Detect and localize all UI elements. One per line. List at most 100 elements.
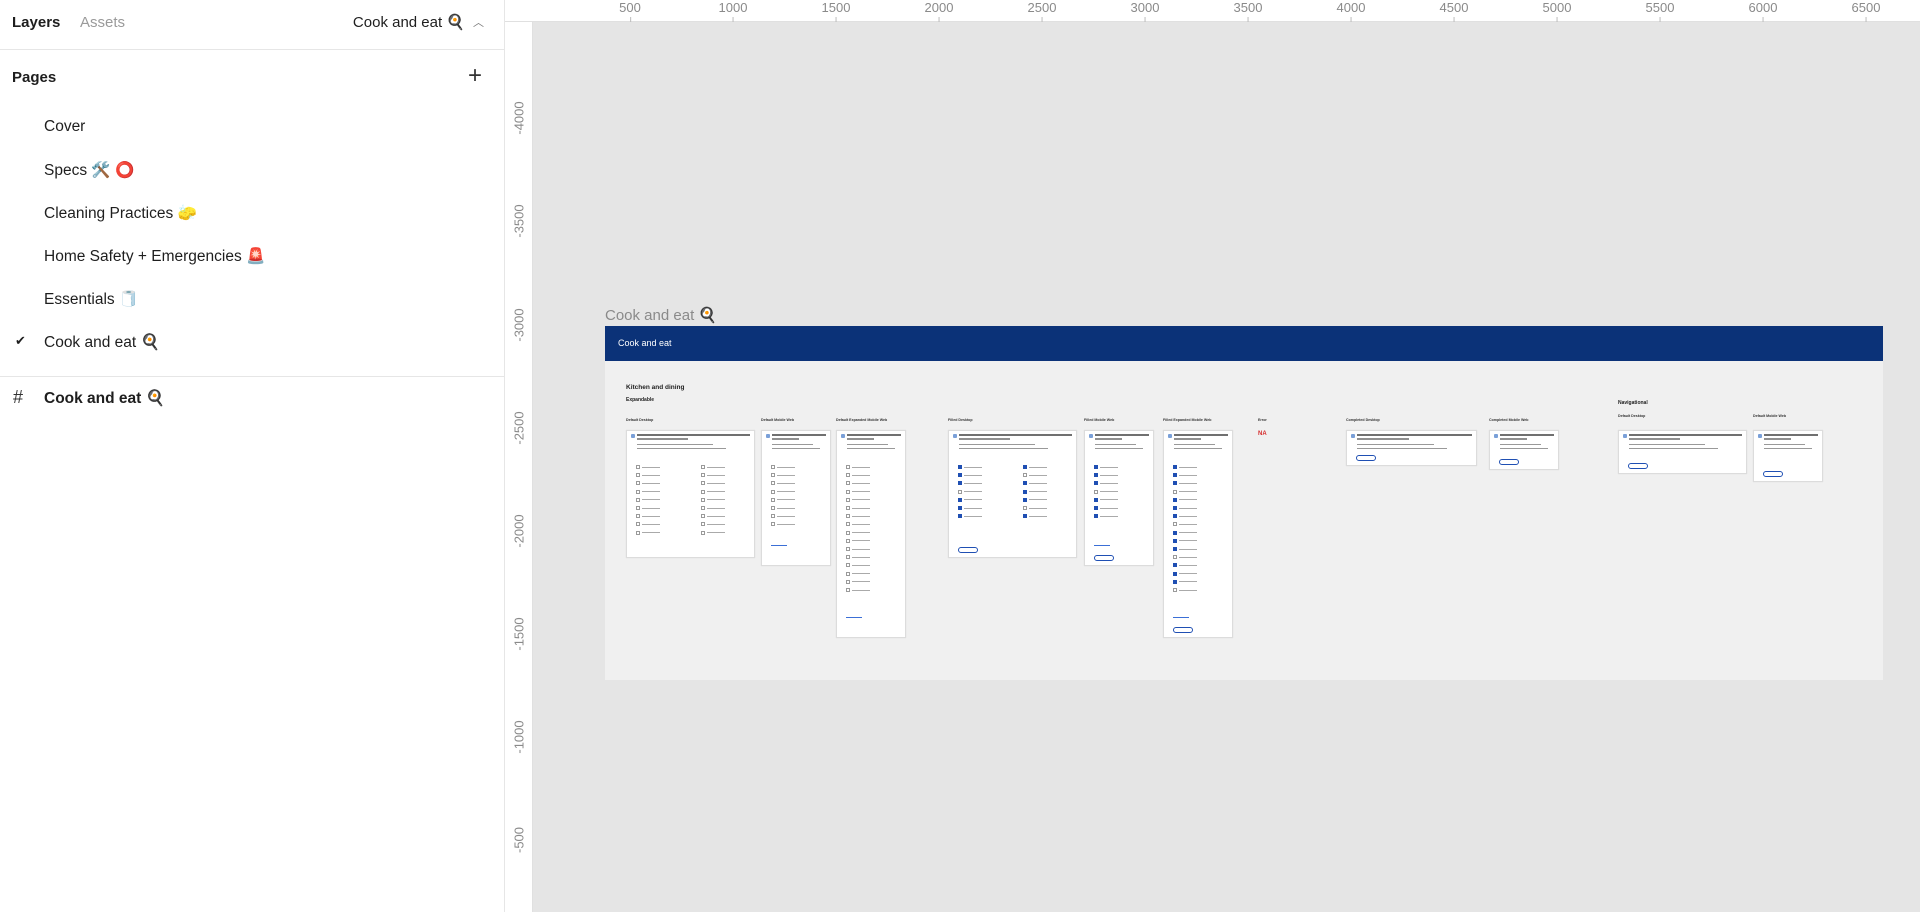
page-item[interactable]: Cleaning Practices 🧽 — [0, 192, 504, 235]
column-label: Default Mobile Web — [1753, 414, 1787, 418]
current-page-name: Cook and eat 🍳 — [352, 14, 465, 31]
navigational-label: Navigational — [1618, 400, 1648, 406]
checkbox — [636, 506, 640, 510]
checkbox — [1022, 506, 1027, 510]
checkbox — [846, 538, 850, 543]
card-line — [772, 448, 820, 450]
layer-row[interactable]: # Cook and eat 🍳 — [0, 377, 504, 421]
checkbox-label — [1179, 491, 1197, 493]
card-line — [1095, 444, 1136, 446]
checkbox — [846, 481, 850, 486]
card-line — [766, 434, 770, 438]
checkbox-label — [852, 482, 870, 485]
pages-section: Pages + Cover Specs 🛠️ ⭕ Cleaning Practice… — [0, 50, 504, 377]
checkbox-label — [852, 515, 870, 517]
card-line — [1174, 444, 1215, 446]
add-page-button[interactable]: + — [468, 61, 482, 91]
component-card[interactable] — [1618, 430, 1747, 474]
checkbox-label — [642, 515, 660, 517]
panel-tabs: Layers Assets Cook and eat 🍳 ︿ — [0, 0, 504, 50]
card-line — [953, 434, 957, 438]
component-card[interactable] — [1163, 430, 1233, 638]
checkbox — [1173, 571, 1177, 576]
column-label: Default Mobile Web — [761, 418, 795, 422]
checkbox — [636, 497, 640, 502]
checkbox-label — [642, 466, 660, 468]
checkbox-label — [706, 474, 725, 476]
checkbox-label — [777, 466, 795, 468]
checkbox-label — [1179, 573, 1197, 575]
checkbox-label — [1028, 507, 1047, 509]
checkbox-label — [642, 523, 660, 526]
checkbox — [1094, 489, 1098, 494]
column-label: Default Desktop — [626, 418, 654, 422]
card-button — [1094, 555, 1114, 561]
checkbox-label — [642, 482, 660, 485]
page-item[interactable]: Home Safety + Emergencies 🚨 — [0, 235, 504, 278]
page-item[interactable]: Essentials 🧻 — [0, 278, 504, 321]
component-card[interactable] — [948, 430, 1077, 558]
checkbox-label — [964, 474, 982, 476]
ruler-tick-label: -2500 — [511, 411, 527, 445]
checkbox-label — [1179, 548, 1197, 550]
component-card[interactable] — [1346, 430, 1477, 466]
component-card[interactable] — [1489, 430, 1559, 470]
checkbox-label — [964, 499, 982, 501]
card-line — [1357, 438, 1409, 440]
figma-app: Layers Assets Cook and eat 🍳 ︿ Pages + C… — [0, 0, 1920, 912]
component-card[interactable] — [836, 430, 906, 638]
card-line — [1168, 434, 1172, 438]
checkbox-label — [777, 523, 795, 526]
checkbox — [771, 481, 775, 486]
ruler-tick-label: -2000 — [511, 514, 527, 548]
checkbox — [846, 563, 850, 568]
page-item-label: Specs 🛠️ ⭕ — [44, 162, 135, 179]
checkbox-label — [852, 573, 870, 575]
card-line — [1500, 438, 1528, 440]
frame-label[interactable]: Cook and eat 🍳 — [605, 306, 717, 324]
checkbox-label — [852, 466, 870, 468]
checkbox-label — [777, 474, 795, 476]
page-switcher[interactable]: Cook and eat 🍳 ︿ — [353, 13, 484, 31]
component-card[interactable] — [626, 430, 755, 558]
card-line — [1764, 438, 1792, 440]
checkbox — [771, 465, 775, 469]
ruler-tick-label: -1000 — [511, 720, 527, 754]
checkbox-label — [1179, 474, 1197, 476]
error-value: NA — [1258, 431, 1267, 437]
column-label: Error — [1258, 418, 1267, 422]
card-line — [1494, 434, 1498, 438]
checkbox — [846, 579, 850, 584]
card-line — [847, 444, 888, 446]
page-item[interactable]: Cover — [0, 106, 504, 149]
component-card[interactable] — [1084, 430, 1154, 566]
checkbox — [1094, 497, 1098, 502]
design-canvas[interactable]: Cook and eat 🍳 Cook and eat Kitchen and … — [533, 22, 1920, 912]
frame-cook-and-eat[interactable]: Cook and eat Kitchen and dining Expandab… — [605, 326, 1883, 680]
checkbox-label — [964, 515, 982, 517]
card-button — [1499, 459, 1519, 465]
checkbox-label — [1028, 474, 1047, 476]
ruler-tick-label: -3000 — [511, 308, 527, 342]
column-label: Completed Mobile Web — [1489, 418, 1529, 422]
card-line — [772, 434, 826, 436]
card-line — [959, 444, 1036, 446]
checkbox-label — [1179, 515, 1197, 517]
column-label: Default Expanded Mobile Web — [836, 418, 888, 422]
tab-layers[interactable]: Layers — [12, 14, 60, 31]
page-item[interactable]: ✔ Cook and eat 🍳 — [0, 321, 504, 364]
component-card[interactable] — [1753, 430, 1823, 482]
tab-assets[interactable]: Assets — [80, 14, 125, 31]
checkbox — [1173, 530, 1177, 535]
checkbox-label — [852, 491, 870, 493]
card-line — [959, 438, 1010, 440]
checkbox — [636, 481, 640, 486]
check-icon: ✔ — [15, 333, 26, 348]
checkbox — [1022, 514, 1027, 519]
ruler-tick-label: 4000 — [1336, 0, 1366, 22]
checkbox-label — [706, 515, 725, 517]
card-line — [1764, 434, 1818, 436]
page-item[interactable]: Specs 🛠️ ⭕ — [0, 149, 504, 192]
checkbox — [636, 473, 640, 478]
component-card[interactable] — [761, 430, 831, 566]
